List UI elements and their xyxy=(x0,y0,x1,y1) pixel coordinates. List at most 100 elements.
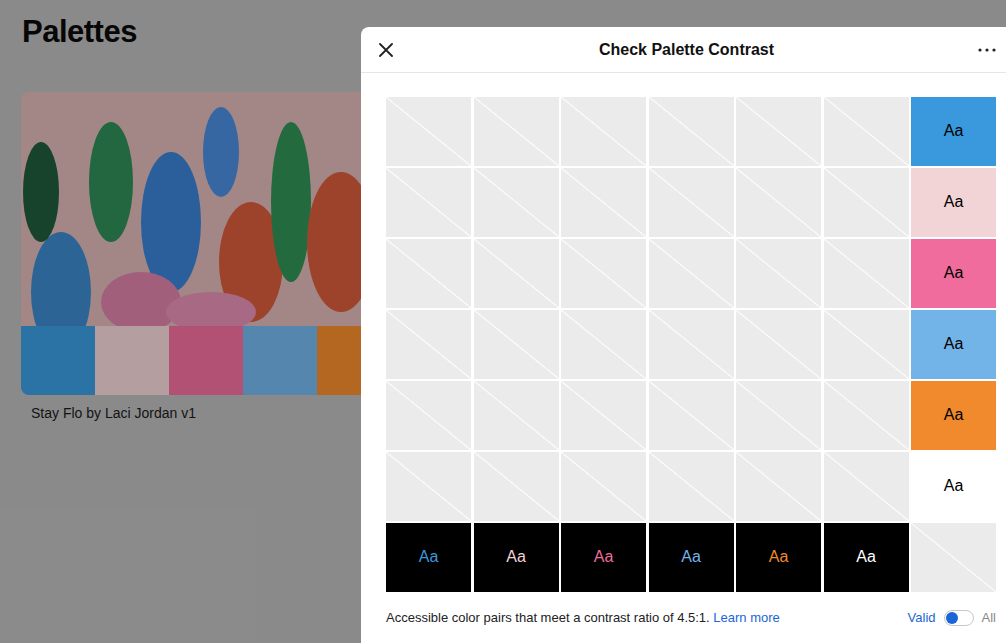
matrix-cell xyxy=(736,381,821,450)
matrix-cell xyxy=(386,97,471,166)
matrix-cell xyxy=(649,97,734,166)
empty-pair xyxy=(561,452,646,521)
matrix-cell xyxy=(561,97,646,166)
contrast-sample[interactable]: Aa xyxy=(911,168,996,237)
empty-pair xyxy=(561,168,646,237)
contrast-sample[interactable]: Aa xyxy=(386,523,471,592)
matrix-cell xyxy=(824,452,909,521)
empty-pair xyxy=(649,381,734,450)
empty-pair xyxy=(736,97,821,166)
sample-label: Aa xyxy=(944,477,964,494)
sample-text-color: Aa xyxy=(769,548,789,566)
matrix-cell: Aa xyxy=(561,523,646,592)
sample-label: Aa xyxy=(594,548,614,565)
empty-pair xyxy=(824,310,909,379)
contrast-sample[interactable]: Aa xyxy=(911,381,996,450)
dialog-footer: Accessible color pairs that meet a contr… xyxy=(386,610,996,626)
sample-text-color: Aa xyxy=(944,406,964,424)
filter-option[interactable]: Valid xyxy=(908,610,936,625)
toggle-track[interactable] xyxy=(944,610,974,626)
dialog-body: Aa Aa Aa Aa Aa Aa Aa Aa Aa Aa Aa Aa Accessible color… xyxy=(361,73,1006,626)
matrix-cell xyxy=(386,168,471,237)
sample-text-color: Aa xyxy=(506,548,526,566)
sample-text-color: Aa xyxy=(944,122,964,140)
empty-pair xyxy=(824,239,909,308)
empty-pair xyxy=(474,310,559,379)
contrast-sample[interactable]: Aa xyxy=(911,310,996,379)
empty-pair xyxy=(474,168,559,237)
empty-pair xyxy=(386,239,471,308)
empty-pair xyxy=(736,381,821,450)
matrix-cell xyxy=(561,239,646,308)
contrast-sample[interactable]: Aa xyxy=(824,523,909,592)
empty-pair xyxy=(561,239,646,308)
matrix-cell xyxy=(474,97,559,166)
filter-option[interactable]: All xyxy=(982,610,996,625)
sample-label: Aa xyxy=(944,122,964,139)
more-icon[interactable] xyxy=(978,41,996,59)
sample-label: Aa xyxy=(944,335,964,352)
matrix-cell xyxy=(649,452,734,521)
matrix-cell: Aa xyxy=(649,523,734,592)
empty-pair xyxy=(561,97,646,166)
matrix-cell: Aa xyxy=(386,523,471,592)
sample-text-color: Aa xyxy=(856,548,876,566)
contrast-sample[interactable]: Aa xyxy=(474,523,559,592)
matrix-cell xyxy=(736,310,821,379)
contrast-sample[interactable]: Aa xyxy=(649,523,734,592)
contrast-sample[interactable]: Aa xyxy=(736,523,821,592)
matrix-cell xyxy=(824,310,909,379)
empty-pair xyxy=(649,97,734,166)
empty-pair xyxy=(386,310,471,379)
empty-pair xyxy=(649,168,734,237)
sample-label: Aa xyxy=(944,264,964,281)
sample-label: Aa xyxy=(944,406,964,423)
empty-pair xyxy=(474,452,559,521)
sample-label: Aa xyxy=(419,548,439,565)
contrast-note: Accessible color pairs that meet a contr… xyxy=(386,610,710,625)
empty-pair xyxy=(561,381,646,450)
toggle-knob[interactable] xyxy=(946,612,958,624)
learn-more-link[interactable]: Learn more xyxy=(713,610,779,625)
empty-pair xyxy=(824,97,909,166)
contrast-sample[interactable]: Aa xyxy=(911,452,996,521)
filter-toggle[interactable]: Valid All xyxy=(908,610,996,626)
empty-pair xyxy=(474,239,559,308)
matrix-cell xyxy=(911,523,996,592)
sample-text-color: Aa xyxy=(944,264,964,282)
matrix-cell xyxy=(736,168,821,237)
footer-note: Accessible color pairs that meet a contr… xyxy=(386,610,780,625)
empty-pair xyxy=(736,310,821,379)
matrix-cell: Aa xyxy=(911,97,996,166)
matrix-cell xyxy=(561,452,646,521)
contrast-sample[interactable]: Aa xyxy=(911,239,996,308)
matrix-cell xyxy=(649,381,734,450)
matrix-cell xyxy=(474,452,559,521)
matrix-cell xyxy=(474,381,559,450)
sample-text-color: Aa xyxy=(681,548,701,566)
matrix-cell xyxy=(736,97,821,166)
sample-label: Aa xyxy=(681,548,701,565)
matrix-cell: Aa xyxy=(911,310,996,379)
matrix-cell xyxy=(386,452,471,521)
empty-pair xyxy=(649,239,734,308)
matrix-cell xyxy=(824,239,909,308)
empty-pair xyxy=(911,523,996,592)
matrix-cell xyxy=(824,168,909,237)
matrix-cell: Aa xyxy=(911,452,996,521)
contrast-sample[interactable]: Aa xyxy=(911,97,996,166)
sample-text-color: Aa xyxy=(594,548,614,566)
matrix-cell: Aa xyxy=(911,168,996,237)
matrix-cell xyxy=(649,168,734,237)
dialog-header: Check Palette Contrast xyxy=(361,27,1006,73)
matrix-cell xyxy=(474,168,559,237)
dialog-title: Check Palette Contrast xyxy=(599,41,774,59)
empty-pair xyxy=(736,239,821,308)
sample-label: Aa xyxy=(944,193,964,210)
contrast-sample[interactable]: Aa xyxy=(561,523,646,592)
matrix-cell xyxy=(386,310,471,379)
contrast-matrix: Aa Aa Aa Aa Aa Aa Aa Aa Aa Aa Aa Aa xyxy=(386,97,1006,592)
matrix-cell xyxy=(736,239,821,308)
matrix-cell xyxy=(474,239,559,308)
close-icon[interactable] xyxy=(377,41,395,59)
